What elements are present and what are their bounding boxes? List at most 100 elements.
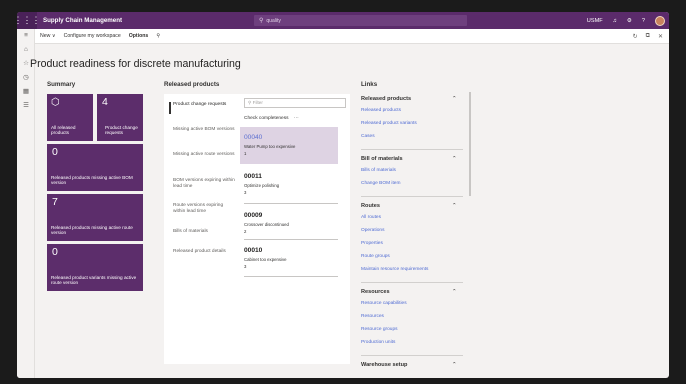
link-production-units[interactable]: Production units [361, 340, 395, 345]
tab-bom-expiring[interactable]: BOM versions expiring within lead time [173, 178, 235, 189]
list-item[interactable]: 00010 Cabinet too expensive 3 [240, 240, 338, 277]
tile-count: 0 [52, 246, 58, 258]
chevron-up-icon[interactable]: ⌃ [452, 156, 457, 162]
links-group-released-products[interactable]: Released products [361, 96, 411, 102]
new-button[interactable]: New ∨ [40, 33, 56, 39]
summary-title: Summary [47, 81, 76, 88]
tile-label: Released product variants missing active… [51, 274, 137, 286]
close-icon[interactable]: ✕ [658, 33, 663, 40]
link-resource-groups[interactable]: Resource groups [361, 327, 398, 332]
links-group-warehouse-setup[interactable]: Warehouse setup [361, 362, 407, 368]
links-group-bill-of-materials[interactable]: Bill of materials [361, 156, 403, 162]
menu-icon[interactable]: ≡ [17, 29, 35, 43]
link-properties[interactable]: Properties [361, 241, 383, 246]
tile-label: Product change requests [105, 124, 138, 136]
list-item[interactable]: 00011 Optimize polishing 3 [240, 166, 338, 203]
list-item[interactable]: 00040 Water Pump too expensive 1 [240, 127, 338, 164]
links-scrollbar[interactable] [469, 92, 471, 196]
item-description: Water Pump too expensive [244, 144, 296, 149]
avatar[interactable] [655, 15, 665, 26]
more-icon[interactable]: ··· [294, 116, 299, 121]
item-count: 3 [244, 190, 247, 195]
link-bills-of-materials[interactable]: Bills of materials [361, 168, 396, 173]
tab-missing-route-versions[interactable]: Missing active route versions [173, 152, 235, 158]
item-description: Crossover discontinued [244, 222, 289, 227]
link-route-groups[interactable]: Route groups [361, 254, 390, 259]
left-nav-rail: ≡ ⌂ ☆ ◷ ▦ ☰ [17, 29, 35, 378]
app-title[interactable]: Supply Chain Management [43, 17, 122, 24]
open-new-window-icon[interactable]: ⧉ [646, 33, 650, 40]
modules-icon[interactable]: ☰ [17, 99, 35, 113]
released-products-panel: Product change requests Missing active B… [164, 94, 350, 364]
link-resource-capabilities[interactable]: Resource capabilities [361, 301, 407, 306]
link-operations[interactable]: Operations [361, 228, 384, 233]
tab-product-change-requests[interactable]: Product change requests [173, 102, 235, 108]
tile-label: Released products missing active route v… [51, 224, 133, 236]
tile-label: All released products [51, 124, 76, 136]
home-icon[interactable]: ⌂ [17, 43, 35, 57]
links-group-resources[interactable]: Resources [361, 289, 390, 295]
link-resources[interactable]: Resources [361, 314, 384, 319]
filter-placeholder: Filter [252, 100, 263, 105]
list-item[interactable]: 00009 Crossover discontinued 2 [240, 205, 338, 242]
check-completeness-button[interactable]: Check completeness ··· [244, 116, 299, 121]
item-code: 00011 [244, 173, 262, 180]
configure-workspace-button[interactable]: Configure my workspace [64, 33, 121, 39]
link-released-products[interactable]: Released products [361, 108, 401, 113]
waffle-icon[interactable]: ⋮⋮⋮ [17, 12, 41, 29]
action-search-icon[interactable]: ⚲ [156, 33, 160, 39]
filter-input[interactable]: ⚲ Filter [244, 98, 346, 108]
summary-tile-variants-missing-route[interactable]: 0 Released product variants missing acti… [47, 244, 143, 291]
tile-count: 7 [52, 196, 58, 208]
chevron-up-icon[interactable]: ⌃ [452, 362, 457, 368]
item-count: 2 [244, 229, 247, 234]
check-completeness-label: Check completeness [244, 116, 289, 121]
chevron-up-icon[interactable]: ⌃ [452, 96, 457, 102]
divider [361, 282, 463, 283]
divider [361, 149, 463, 150]
tab-bills-of-materials[interactable]: Bills of materials [173, 229, 235, 235]
global-search-input[interactable]: ⚲ quality [254, 15, 467, 26]
recent-icon[interactable]: ◷ [17, 71, 35, 85]
bell-icon[interactable]: ♫ [613, 18, 617, 24]
item-count: 1 [244, 151, 247, 156]
app-window: ⋮⋮⋮ Supply Chain Management ⚲ quality US… [17, 12, 669, 378]
cube-icon: ⬡ [51, 97, 60, 108]
refresh-icon[interactable]: ↻ [633, 33, 638, 40]
item-code: 00009 [244, 212, 263, 219]
tile-count: 0 [52, 146, 58, 158]
summary-tile-all-released[interactable]: ⬡ All released products [47, 94, 93, 141]
top-bar: ⋮⋮⋮ Supply Chain Management ⚲ quality US… [17, 12, 669, 29]
link-change-bom-item[interactable]: Change BOM item [361, 181, 400, 186]
item-count: 3 [244, 264, 247, 269]
item-code: 00010 [244, 247, 263, 254]
chevron-up-icon[interactable]: ⌃ [452, 203, 457, 209]
tab-released-product-details[interactable]: Released product details [173, 249, 235, 255]
divider [361, 196, 463, 197]
released-products-nav: Product change requests Missing active B… [164, 94, 238, 364]
gear-icon[interactable]: ⚙ [627, 18, 632, 24]
workspaces-icon[interactable]: ▦ [17, 85, 35, 99]
link-all-routes[interactable]: All routes [361, 215, 381, 220]
released-products-title: Released products [164, 81, 220, 88]
links-title: Links [361, 81, 378, 88]
summary-tile-missing-route[interactable]: 7 Released products missing active route… [47, 194, 143, 241]
action-bar: New ∨ Configure my workspace Options ⚲ ↻… [35, 29, 669, 44]
item-code: 00040 [244, 134, 263, 141]
help-icon[interactable]: ? [642, 18, 645, 24]
tile-label: Released products missing active BOM ver… [51, 174, 133, 186]
links-group-routes[interactable]: Routes [361, 203, 380, 209]
chevron-up-icon[interactable]: ⌃ [452, 289, 457, 295]
options-tab[interactable]: Options [129, 33, 149, 39]
link-released-product-variants[interactable]: Released product variants [361, 121, 417, 126]
item-description: Cabinet too expensive [244, 257, 287, 262]
link-maintain-resource-requirements[interactable]: Maintain resource requirements [361, 267, 428, 272]
page-title: Product readiness for discrete manufactu… [30, 58, 241, 70]
link-cases[interactable]: Cases [361, 134, 375, 139]
tab-missing-bom-versions[interactable]: Missing active BOM versions [173, 127, 235, 133]
summary-tile-missing-bom[interactable]: 0 Released products missing active BOM v… [47, 144, 143, 191]
tab-route-expiring[interactable]: Route versions expiring within lead time [173, 203, 235, 214]
divider [361, 355, 463, 356]
company-picker[interactable]: USMF [587, 18, 603, 24]
summary-tile-change-requests[interactable]: 4 Product change requests [97, 94, 143, 141]
